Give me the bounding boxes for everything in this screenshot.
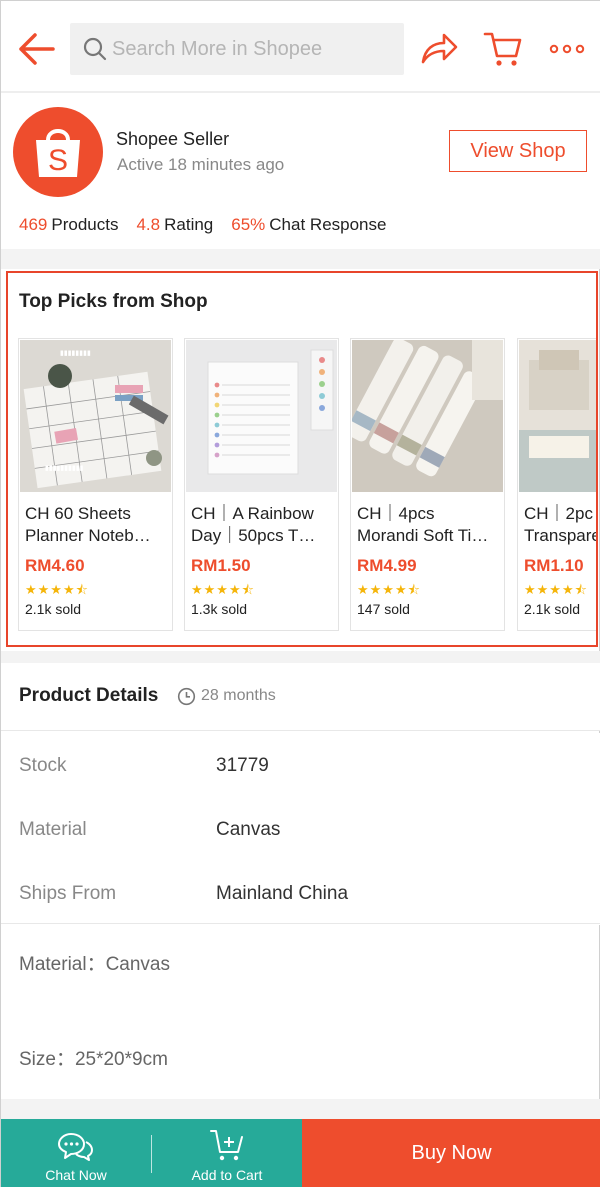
product-card[interactable]: CH｜4pcs Morandi Soft Ti… RM4.99 ★★★★⯪ 14… xyxy=(350,338,505,631)
detail-value: Canvas xyxy=(216,819,281,840)
bottom-bar-left: Chat Now Add to Cart xyxy=(1,1119,302,1187)
product-sold-count: 1.3k sold xyxy=(191,601,248,617)
detail-row-stock: Stock 31779 xyxy=(1,733,600,797)
add-to-cart-label: Add to Cart xyxy=(191,1167,263,1183)
product-card[interactable]: CH｜A Rainbow Day｜50pcs T… RM1.50 ★★★★⯪ 1… xyxy=(184,338,339,631)
stat-products: 469 Products xyxy=(19,215,118,235)
svg-text:▮▮▮▮▮▮▮▮▮▮: ▮▮▮▮▮▮▮▮▮▮ xyxy=(45,464,84,472)
cart-icon[interactable] xyxy=(483,29,523,69)
search-icon xyxy=(83,37,107,61)
stat-rating: 4.8 Rating xyxy=(136,215,213,235)
product-price: RM1.10 xyxy=(524,556,584,575)
product-name: CH｜A Rainbow Day｜50pcs T… xyxy=(191,504,316,545)
product-rating-stars: ★★★★⯪ xyxy=(25,582,89,597)
product-image: ▮▮▮▮▮▮▮▮ ▮▮▮▮▮▮▮▮▮▮ xyxy=(20,340,171,492)
section-divider xyxy=(1,1099,600,1119)
chat-icon xyxy=(58,1133,93,1161)
shopee-bag-icon: S xyxy=(36,129,80,177)
shop-active-status: Active 18 minutes ago xyxy=(117,155,285,174)
more-dots-icon[interactable] xyxy=(549,39,585,59)
top-picks-section: Top Picks from Shop ▮▮▮▮▮▮▮▮ ▮▮▮▮▮▮▮▮▮▮ … xyxy=(6,271,598,647)
product-card[interactable]: CH｜2pc Transpare RM1.10 ★★★★⯪ 2.1k sold xyxy=(517,338,598,631)
arrow-left-icon[interactable] xyxy=(15,29,57,69)
product-sold-count: 2.1k sold xyxy=(524,601,581,617)
product-sold-count: 2.1k sold xyxy=(25,601,82,617)
detail-label: Stock xyxy=(19,755,67,776)
shop-name[interactable]: Shopee Seller xyxy=(116,129,229,150)
divider xyxy=(1,923,600,924)
product-image xyxy=(519,340,596,492)
description-line: Size：25*20*9cm xyxy=(19,1049,168,1070)
add-to-cart-button[interactable]: Add to Cart xyxy=(152,1119,302,1187)
top-header: Search More in Shopee xyxy=(1,1,600,93)
product-details-title: Product Details xyxy=(19,685,159,706)
add-cart-icon xyxy=(210,1130,243,1161)
description-line: Material：Canvas xyxy=(19,954,170,975)
detail-row-material: Material Canvas xyxy=(1,797,600,861)
detail-label: Ships From xyxy=(19,883,117,904)
stat-value: 65% xyxy=(231,215,266,234)
stat-label: Rating xyxy=(164,215,214,234)
chat-now-button[interactable]: Chat Now xyxy=(1,1119,151,1187)
detail-value: 31779 xyxy=(216,755,269,776)
product-name: CH｜4pcs Morandi Soft Ti… xyxy=(357,504,489,545)
svg-text:▮▮▮▮▮▮▮▮: ▮▮▮▮▮▮▮▮ xyxy=(60,349,91,357)
shop-avatar[interactable]: S xyxy=(13,107,103,197)
section-divider xyxy=(1,249,600,269)
stat-label: Products xyxy=(51,215,119,234)
product-rating-stars: ★★★★⯪ xyxy=(191,582,255,597)
chat-now-label: Chat Now xyxy=(45,1167,107,1183)
stat-value: 4.8 xyxy=(136,215,161,234)
shop-stats: 469 Products 4.8 Rating 65% Chat Response xyxy=(19,215,404,235)
product-image xyxy=(186,340,337,492)
search-placeholder: Search More in Shopee xyxy=(112,37,323,60)
search-input[interactable]: Search More in Shopee xyxy=(70,23,404,75)
section-divider xyxy=(1,651,600,663)
top-picks-title: Top Picks from Shop xyxy=(19,291,208,312)
bottom-action-bar: Chat Now Add to Cart Buy Now xyxy=(1,1119,600,1187)
clock-icon xyxy=(177,687,196,706)
product-image xyxy=(352,340,503,492)
product-details-header: Product Details 28 months xyxy=(1,663,600,731)
detail-value: Mainland China xyxy=(216,883,349,904)
product-price: RM1.50 xyxy=(191,556,251,575)
svg-text:S: S xyxy=(48,144,68,177)
detail-row-ships-from: Ships From Mainland China xyxy=(1,861,600,925)
view-shop-button[interactable]: View Shop xyxy=(449,130,587,172)
buy-now-button[interactable]: Buy Now xyxy=(302,1119,600,1187)
product-price: RM4.60 xyxy=(25,556,85,575)
product-sold-count: 147 sold xyxy=(357,601,410,617)
product-rating-stars: ★★★★⯪ xyxy=(524,582,588,597)
stat-label: Chat Response xyxy=(269,215,387,234)
shop-info: S Shopee Seller Active 18 minutes ago Vi… xyxy=(1,93,600,249)
stat-value: 469 xyxy=(19,215,48,234)
detail-label: Material xyxy=(19,819,87,840)
product-price: RM4.99 xyxy=(357,556,417,575)
product-card[interactable]: ▮▮▮▮▮▮▮▮ ▮▮▮▮▮▮▮▮▮▮ CH 60 Sheets Planner… xyxy=(18,338,173,631)
share-icon[interactable] xyxy=(419,31,459,65)
product-name: CH 60 Sheets Planner Noteb… xyxy=(25,504,151,545)
product-age: 28 months xyxy=(201,687,276,704)
product-rating-stars: ★★★★⯪ xyxy=(357,582,421,597)
product-name: CH｜2pc Transpare xyxy=(524,504,598,545)
stat-chat-response: 65% Chat Response xyxy=(231,215,386,235)
